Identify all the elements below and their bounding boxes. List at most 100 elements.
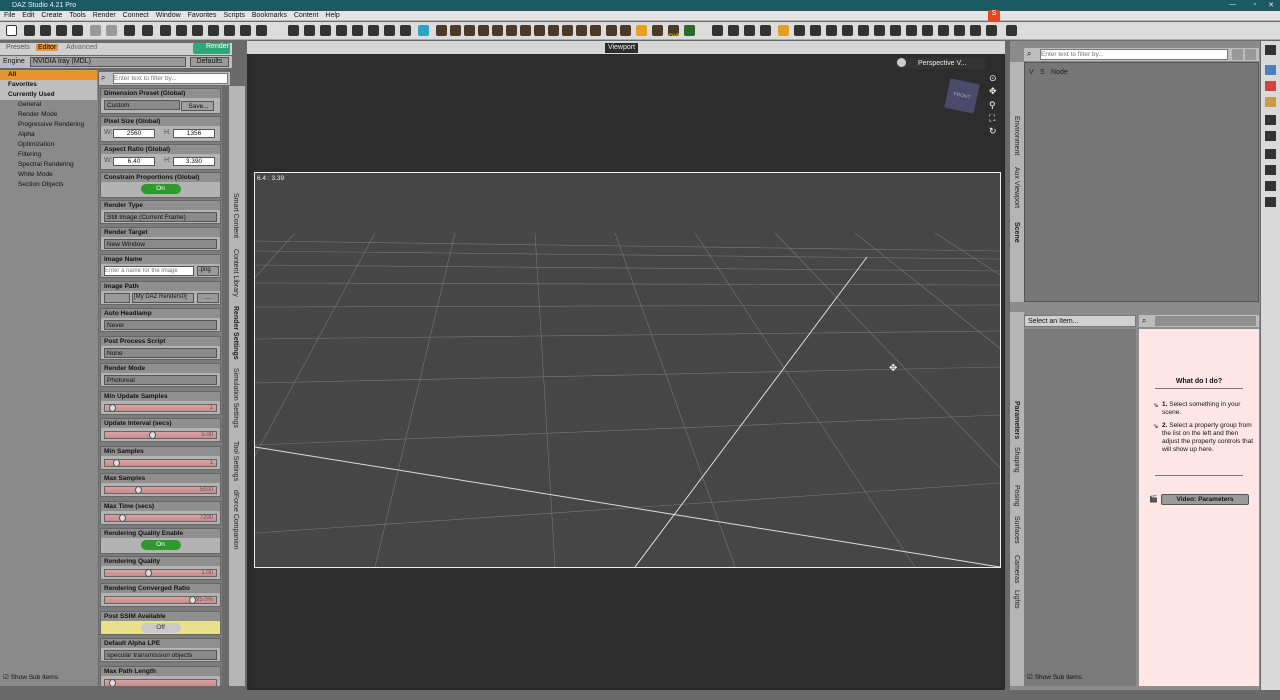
region-icon[interactable]	[794, 25, 805, 36]
section-general[interactable]: General	[0, 100, 97, 110]
select-icon[interactable]	[858, 25, 869, 36]
morph-icon[interactable]	[1265, 149, 1276, 159]
close-button[interactable]: ✕	[1268, 1, 1274, 9]
slider-knob[interactable]	[145, 569, 152, 577]
save-as-icon[interactable]	[72, 25, 83, 36]
universal-tool-icon[interactable]	[142, 25, 153, 36]
spotlight-icon[interactable]	[384, 25, 395, 36]
node-tool-icon[interactable]	[208, 25, 219, 36]
zoom-icon[interactable]: ⚲	[989, 100, 996, 111]
converged-slider[interactable]: 95.0%	[104, 596, 217, 604]
reset-view-icon[interactable]: ↻	[989, 126, 997, 137]
rotate-icon[interactable]	[176, 25, 187, 36]
update-interval-slider[interactable]: 5.00	[104, 431, 217, 439]
render-settings-icon[interactable]	[124, 25, 135, 36]
tab-aux-viewport[interactable]: Aux Viewport	[1013, 167, 1020, 208]
menu-help[interactable]: Help	[321, 11, 342, 19]
slider-knob[interactable]	[119, 514, 126, 522]
hand-icon[interactable]	[826, 25, 837, 36]
tab-tool-settings[interactable]: Tool Settings	[232, 441, 239, 481]
tray-app-icon[interactable]: S	[988, 10, 1000, 22]
show-sub-items-right[interactable]: ☑ Show Sub Items	[1027, 673, 1082, 681]
tab-lights[interactable]: Lights	[1013, 590, 1020, 609]
pixel-width-field[interactable]: 2560	[113, 129, 155, 138]
pose-tool-icon[interactable]	[304, 25, 315, 36]
filter-input[interactable]	[113, 73, 228, 84]
animate-icon[interactable]	[1265, 197, 1276, 207]
primitive-icon[interactable]	[400, 25, 411, 36]
geometry-tool-icon[interactable]	[256, 25, 267, 36]
scene-filter-input[interactable]	[1040, 49, 1228, 60]
browse-path-button[interactable]: ...	[197, 293, 219, 303]
path-history-select[interactable]	[104, 293, 130, 303]
params-filter-input[interactable]	[1155, 316, 1256, 326]
scene-menu-icon[interactable]	[1245, 49, 1256, 60]
tab-content-library[interactable]: Content Library	[232, 249, 239, 297]
min-samples-slider[interactable]: 1	[104, 459, 217, 467]
menu-tools[interactable]: Tools	[65, 11, 88, 19]
frame-icon[interactable]: ⛶	[989, 113, 995, 124]
menu-render[interactable]: Render	[89, 11, 119, 19]
min-update-slider[interactable]: 1	[104, 404, 217, 412]
sculpt-icon[interactable]	[906, 25, 917, 36]
draw-icon[interactable]	[922, 25, 933, 36]
surface-tool-icon[interactable]	[336, 25, 347, 36]
max-samples-slider[interactable]: 5000	[104, 486, 217, 494]
section-section-objects[interactable]: Section Objects	[0, 180, 97, 190]
auto-headlamp-select[interactable]: Never	[104, 320, 217, 330]
move-icon[interactable]	[712, 25, 723, 36]
figure-preset-15-icon[interactable]	[652, 25, 663, 36]
tab-presets[interactable]: Presets	[6, 44, 30, 51]
section-filtering[interactable]: Filtering	[0, 150, 97, 160]
post-script-select[interactable]: None	[104, 348, 217, 358]
camera-tool-icon[interactable]	[352, 25, 363, 36]
slider-knob[interactable]	[109, 404, 116, 412]
engine-select[interactable]: NVIDIA Iray (MDL)	[30, 57, 186, 67]
defaults-button[interactable]: Defaults	[190, 57, 229, 67]
save-icon[interactable]	[56, 25, 67, 36]
section-favorites[interactable]: Favorites	[0, 80, 97, 90]
document-icon[interactable]	[1265, 131, 1276, 141]
render-library-icon[interactable]	[1265, 65, 1276, 75]
orbit-icon[interactable]	[744, 25, 755, 36]
figure-preset-3-icon[interactable]	[464, 25, 475, 36]
pixel-height-field[interactable]: 1356	[173, 129, 215, 138]
pointer-icon[interactable]	[728, 25, 739, 36]
morph-tool-icon[interactable]	[320, 25, 331, 36]
menu-file[interactable]: File	[0, 11, 18, 19]
section-optimization[interactable]: Optimization	[0, 140, 97, 150]
tab-simulation-settings[interactable]: Simulation Settings	[232, 368, 239, 428]
chat-icon[interactable]	[636, 25, 647, 36]
section-all[interactable]: All	[0, 70, 97, 80]
walk-icon[interactable]	[810, 25, 821, 36]
menu-create[interactable]: Create	[37, 11, 65, 19]
quality-enable-toggle[interactable]: On	[140, 540, 181, 550]
rotate-view-icon[interactable]	[760, 25, 771, 36]
image-extension-select[interactable]: .png	[197, 266, 219, 276]
tab-editor[interactable]: Editor	[36, 44, 59, 51]
plus-icon[interactable]: PLUS	[668, 25, 679, 37]
aspect-height-field[interactable]: 3.390	[173, 157, 215, 166]
figure-preset-7-icon[interactable]	[520, 25, 531, 36]
tab-render-settings[interactable]: Render Settings	[232, 306, 239, 360]
lock-icon[interactable]	[970, 25, 981, 36]
section-render-mode[interactable]: Render Mode	[0, 110, 97, 120]
figure-preset-10-icon[interactable]	[562, 25, 573, 36]
figure-tool-icon[interactable]	[288, 25, 299, 36]
menu-connect[interactable]: Connect	[119, 11, 152, 19]
constrain-toggle[interactable]: On	[140, 184, 181, 194]
tab-dforce-companion[interactable]: dForce Companion	[232, 490, 239, 550]
scene-tree[interactable]: V S Node	[1024, 62, 1259, 302]
figure-icon[interactable]	[1265, 181, 1276, 191]
weight-tool-icon[interactable]	[240, 25, 251, 36]
slider-knob[interactable]	[109, 679, 116, 686]
iray-icon[interactable]	[418, 25, 429, 36]
light-tool-icon[interactable]	[368, 25, 379, 36]
content-icon[interactable]	[1265, 81, 1276, 91]
joint-edit-icon[interactable]	[890, 25, 901, 36]
tab-posing[interactable]: Posing	[1013, 485, 1020, 506]
redo-icon[interactable]	[106, 25, 117, 36]
menu-favorites[interactable]: Favorites	[184, 11, 220, 19]
maximize-button[interactable]: ▫	[1254, 1, 1256, 8]
grid-tool-icon[interactable]	[684, 25, 695, 36]
